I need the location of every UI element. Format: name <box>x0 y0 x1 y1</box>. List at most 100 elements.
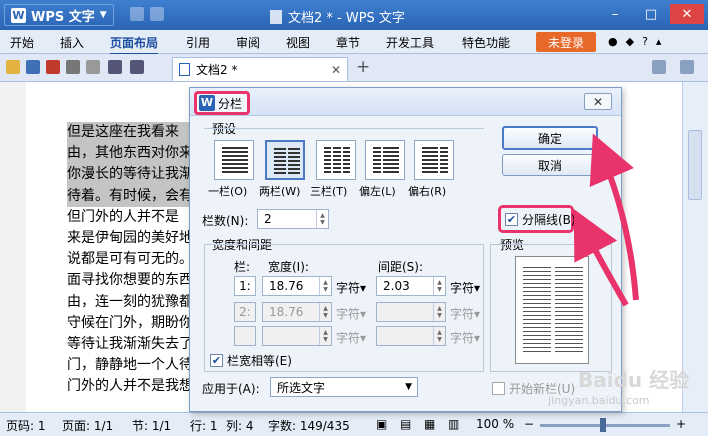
preset-2[interactable] <box>265 140 305 180</box>
close-window-button[interactable]: ✕ <box>670 4 704 24</box>
dialog-title: 分栏 <box>218 96 243 111</box>
page-view-icon[interactable]: ▤ <box>400 417 411 431</box>
app-menu-button[interactable]: W WPS 文字 ▼ <box>4 4 114 26</box>
collapse-icon[interactable]: ▴ <box>656 35 662 48</box>
layout-icon[interactable] <box>652 60 666 74</box>
divider-checkbox[interactable]: ✔ 分隔线(B) <box>505 211 576 228</box>
preset-label[interactable]: 一栏(O) <box>208 183 247 199</box>
status-col: 列: 4 <box>226 419 254 433</box>
minimize-button[interactable]: – <box>598 4 632 24</box>
spacing-stepper[interactable]: ▲ ▼ <box>376 326 446 346</box>
view-mode-icon[interactable]: ▣ <box>376 417 387 431</box>
restore-icon[interactable] <box>680 60 694 74</box>
undo-icon[interactable] <box>108 60 122 74</box>
equal-width-check-icon[interactable]: ✔ <box>210 354 223 367</box>
preset-label[interactable]: 偏左(L) <box>359 183 396 199</box>
ok-button[interactable]: 确定 <box>502 126 598 150</box>
preset-1[interactable] <box>214 140 254 180</box>
divider-check-icon[interactable]: ✔ <box>505 213 518 226</box>
column-number: 2: <box>234 302 256 322</box>
spacing-unit-select[interactable]: 字符▾ <box>450 305 480 322</box>
print-icon[interactable] <box>66 60 80 74</box>
stepper-arrows-icon[interactable]: ▲ ▼ <box>433 303 445 321</box>
stepper-arrows-icon[interactable]: ▲ ▼ <box>319 327 331 345</box>
zoom-value[interactable]: 100 % <box>476 417 514 431</box>
zoom-slider-thumb[interactable] <box>600 418 606 432</box>
width-unit-select[interactable]: 字符▾ <box>336 305 366 322</box>
stepper-arrows-icon[interactable]: ▲ ▼ <box>316 210 328 228</box>
stepper-arrows-icon[interactable]: ▲ ▼ <box>433 327 445 345</box>
watermark-url: jingyan.baidu.com <box>548 394 650 407</box>
menu-developer[interactable]: 开发工具 <box>386 34 434 51</box>
maximize-button[interactable]: □ <box>634 4 668 24</box>
width-stepper[interactable]: 18.76 ▲ ▼ <box>262 302 332 322</box>
settings-icon[interactable]: ◆ <box>626 35 634 48</box>
preset-label[interactable]: 两栏(W) <box>259 183 300 199</box>
chevron-down-icon: ▼ <box>99 10 107 20</box>
menu-review[interactable]: 审阅 <box>236 34 260 51</box>
menu-home[interactable]: 开始 <box>10 34 34 51</box>
tab-close-icon[interactable]: ✕ <box>331 63 341 77</box>
spacing-stepper[interactable]: 2.03 ▲ ▼ <box>376 276 446 296</box>
tab-document[interactable]: 文档2 * ✕ <box>172 57 348 81</box>
scroll-thumb[interactable] <box>688 130 702 200</box>
width-unit-select[interactable]: 字符▾ <box>336 279 366 296</box>
stepper-arrows-icon[interactable]: ▲ ▼ <box>319 277 331 295</box>
watermark: Baidu 经验 jingyan.baidu.com <box>538 358 708 412</box>
skin-icon[interactable]: ● <box>608 35 618 48</box>
menu-bar: 开始 插入 页面布局 引用 审阅 视图 章节 开发工具 特色功能 未登录 ● ◆… <box>0 30 708 55</box>
preset-5[interactable] <box>414 140 454 180</box>
columns-stepper[interactable]: 2 ▲ ▼ <box>257 209 329 229</box>
new-column-check-icon[interactable] <box>492 382 505 395</box>
preset-4[interactable] <box>365 140 405 180</box>
status-section: 节: 1/1 <box>132 419 172 433</box>
menu-references[interactable]: 引用 <box>186 34 210 51</box>
doc-file-icon <box>179 63 190 76</box>
quick-icon-2[interactable] <box>150 7 164 21</box>
tab-label: 文档2 * <box>196 63 238 77</box>
preset-3[interactable] <box>316 140 356 180</box>
outline-view-icon[interactable]: ▥ <box>448 417 459 431</box>
preset-label[interactable]: 三栏(T) <box>310 183 347 199</box>
preset-label[interactable]: 偏右(R) <box>408 183 446 199</box>
width-stepper[interactable]: 18.76 ▲ ▼ <box>262 276 332 296</box>
columns-label: 栏数(N): <box>202 214 249 228</box>
cancel-button[interactable]: 取消 <box>502 154 598 176</box>
column-number <box>234 326 256 346</box>
stepper-arrows-icon[interactable]: ▲ ▼ <box>319 303 331 321</box>
spacing-unit-select[interactable]: 字符▾ <box>450 279 480 296</box>
dialog-close-button[interactable]: ✕ <box>584 93 612 110</box>
quick-icon-1[interactable] <box>130 7 144 21</box>
new-tab-icon[interactable]: + <box>356 57 370 77</box>
width-stepper[interactable]: ▲ ▼ <box>262 326 332 346</box>
window-controls: – □ ✕ <box>598 4 704 24</box>
zoom-out-icon[interactable]: − <box>524 417 534 431</box>
column-layout-icon <box>324 147 350 175</box>
preview-icon[interactable] <box>86 60 100 74</box>
width-unit-select[interactable]: 字符▾ <box>336 329 366 346</box>
col-header: 栏: <box>234 260 251 274</box>
open-icon[interactable] <box>6 60 20 74</box>
dialog-title-highlight: W 分栏 <box>194 91 250 115</box>
menu-view[interactable]: 视图 <box>286 34 310 51</box>
menu-special[interactable]: 特色功能 <box>462 34 510 51</box>
menu-chapter[interactable]: 章节 <box>336 34 360 51</box>
stepper-arrows-icon[interactable]: ▲ ▼ <box>433 277 445 295</box>
pdf-icon[interactable] <box>46 60 60 74</box>
zoom-in-icon[interactable]: + <box>676 417 686 431</box>
wps-logo-icon: W <box>199 95 215 111</box>
help-icon[interactable]: ? <box>642 35 648 48</box>
apply-to-select[interactable]: 所选文字 ▼ <box>270 377 418 397</box>
redo-icon[interactable] <box>130 60 144 74</box>
save-icon[interactable] <box>26 60 40 74</box>
menu-page-layout[interactable]: 页面布局 <box>110 34 159 55</box>
dialog-title-bar: W 分栏 ✕ <box>190 88 621 116</box>
spacing-unit-select[interactable]: 字符▾ <box>450 329 480 346</box>
preview-page <box>515 256 589 364</box>
web-view-icon[interactable]: ▦ <box>424 417 435 431</box>
menu-insert[interactable]: 插入 <box>60 34 84 51</box>
equal-width-checkbox[interactable]: ✔ 栏宽相等(E) <box>210 352 292 369</box>
quick-access-icons <box>130 7 164 21</box>
spacing-stepper[interactable]: ▲ ▼ <box>376 302 446 322</box>
login-button[interactable]: 未登录 <box>536 32 596 52</box>
